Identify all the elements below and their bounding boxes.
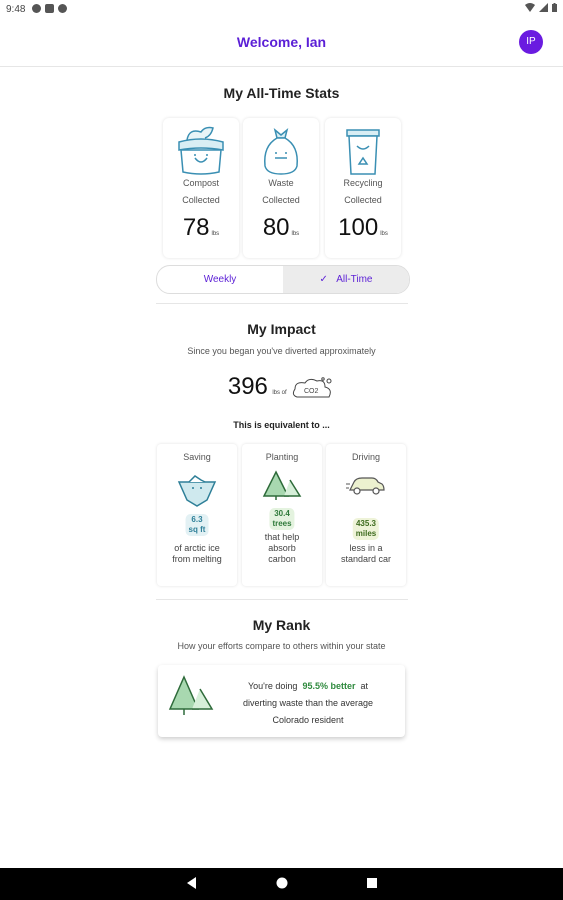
planting-desc-3: carbon bbox=[268, 554, 296, 564]
driving-card: Driving 435.3 miles less in a standard c… bbox=[326, 444, 406, 586]
driving-heading: Driving bbox=[351, 452, 380, 462]
equivalent-label: This is equivalent to ... bbox=[233, 420, 330, 430]
status-bar: 9:48 bbox=[0, 0, 563, 20]
compost-unit: lbs bbox=[211, 231, 220, 237]
ice-value: 6.3 bbox=[191, 515, 203, 524]
rank-highlight: 95.5% better bbox=[302, 681, 356, 691]
rank-line-2: diverting waste than the average bbox=[242, 698, 374, 708]
waste-label-2: Collected bbox=[262, 195, 300, 205]
pine-trees-icon bbox=[168, 675, 214, 715]
planting-desc: that help absorb carbon bbox=[242, 532, 322, 565]
car-icon bbox=[346, 477, 385, 495]
recycling-label-2: Collected bbox=[344, 195, 382, 205]
trees-value-pill: 30.4 trees bbox=[269, 508, 295, 530]
notification-c-icon bbox=[58, 4, 67, 13]
saving-desc: of arctic ice from melting bbox=[157, 543, 237, 565]
compost-amount: 78 bbox=[182, 214, 210, 241]
app-bar: Welcome, Ian IP bbox=[0, 20, 563, 67]
all-time-toggle-button[interactable]: ✓ All-Time bbox=[283, 266, 409, 293]
waste-value: 80 lbs bbox=[243, 214, 319, 242]
welcome-title: Welcome, Ian bbox=[236, 34, 327, 50]
rank-prefix: You're doing bbox=[247, 681, 298, 691]
system-nav-bar bbox=[0, 868, 563, 900]
driving-desc-1: less in a bbox=[349, 543, 383, 553]
trash-bag-icon bbox=[264, 127, 298, 175]
recycling-value: 100 lbs bbox=[325, 214, 401, 242]
planting-card: Planting 30.4 trees that help absorb car… bbox=[242, 444, 322, 586]
battery-icon bbox=[552, 3, 557, 12]
waste-unit: lbs bbox=[291, 231, 300, 237]
rank-title: My Rank bbox=[252, 617, 311, 633]
compost-label-2: Collected bbox=[182, 195, 220, 205]
divider bbox=[156, 303, 408, 304]
recycling-unit: lbs bbox=[380, 231, 388, 237]
pine-trees-icon bbox=[262, 470, 302, 500]
period-toggle: Weekly ✓ All-Time bbox=[156, 265, 410, 294]
wifi-icon bbox=[525, 3, 535, 12]
all-time-label: All-Time bbox=[336, 274, 373, 285]
divider bbox=[156, 599, 408, 600]
impact-title: My Impact bbox=[247, 321, 316, 337]
recycling-label: Recycling bbox=[343, 178, 383, 188]
co2-cloud-icon: CO2 bbox=[293, 377, 332, 398]
miles-unit: miles bbox=[355, 529, 377, 538]
compost-value: 78 lbs bbox=[163, 214, 239, 242]
iceberg-icon bbox=[177, 475, 217, 507]
impact-subtitle: Since you began you've diverted approxim… bbox=[187, 346, 376, 356]
rank-text: You're doing 95.5% better at diverting w… bbox=[218, 678, 398, 729]
compost-stat-card: Compost Collected 78 lbs bbox=[163, 118, 239, 258]
waste-label: Waste bbox=[268, 178, 294, 188]
system-icons bbox=[525, 3, 557, 12]
rank-subtitle: How your efforts compare to others withi… bbox=[177, 641, 386, 651]
stats-title: My All-Time Stats bbox=[223, 85, 340, 101]
trees-unit: trees bbox=[272, 519, 292, 528]
co2-summary: 396 lbs of CO2 bbox=[0, 373, 563, 403]
ice-value-pill: 6.3 sq ft bbox=[185, 514, 209, 536]
recycling-bin-icon bbox=[346, 129, 380, 175]
driving-desc-2: standard car bbox=[340, 554, 392, 564]
back-icon[interactable] bbox=[186, 877, 198, 889]
avatar[interactable]: IP bbox=[519, 30, 543, 54]
status-time: 9:48 bbox=[6, 4, 26, 15]
weekly-toggle-button[interactable]: Weekly bbox=[157, 266, 283, 293]
saving-desc-1: of arctic ice bbox=[174, 543, 220, 553]
waste-amount: 80 bbox=[262, 214, 290, 241]
planting-desc-1: that help bbox=[264, 532, 300, 542]
check-icon: ✓ bbox=[319, 274, 337, 285]
signal-icon bbox=[539, 3, 548, 12]
co2-cloud-label: CO2 bbox=[304, 388, 319, 395]
recycling-stat-card: Recycling Collected 100 lbs bbox=[325, 118, 401, 258]
planting-desc-2: absorb bbox=[268, 543, 296, 553]
rank-suffix: at bbox=[360, 681, 368, 691]
notification-icons bbox=[32, 4, 67, 13]
driving-desc: less in a standard car bbox=[326, 543, 406, 565]
waste-stat-card: Waste Collected 80 lbs bbox=[243, 118, 319, 258]
compost-bin-icon bbox=[178, 126, 224, 175]
saving-card: Saving 6.3 sq ft of arctic ice from melt… bbox=[157, 444, 237, 586]
recycling-amount: 100 bbox=[338, 214, 379, 241]
rank-line-1: You're doing 95.5% better at bbox=[218, 678, 398, 695]
notification-sd-icon bbox=[45, 4, 54, 13]
home-icon[interactable] bbox=[276, 877, 288, 889]
rank-card: You're doing 95.5% better at diverting w… bbox=[158, 665, 405, 737]
planting-heading: Planting bbox=[265, 452, 299, 462]
miles-value-pill: 435.3 miles bbox=[352, 518, 380, 540]
saving-heading: Saving bbox=[183, 452, 211, 462]
ice-unit: sq ft bbox=[188, 525, 206, 534]
saving-desc-2: from melting bbox=[172, 554, 222, 564]
recents-icon[interactable] bbox=[366, 877, 378, 889]
notification-a-icon bbox=[32, 4, 41, 13]
miles-value: 435.3 bbox=[355, 519, 377, 528]
compost-label: Compost bbox=[182, 178, 219, 188]
trees-value: 30.4 bbox=[274, 509, 290, 518]
co2-unit: lbs of bbox=[272, 390, 287, 396]
co2-value: 396 bbox=[227, 373, 268, 400]
rank-line-3: Colorado resident bbox=[272, 715, 344, 725]
